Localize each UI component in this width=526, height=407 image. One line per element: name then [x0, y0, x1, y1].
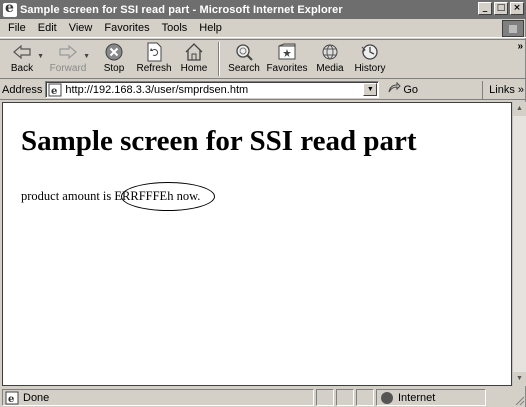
ie-logo-icon [3, 0, 17, 17]
toolbar-overflow-button[interactable]: » [517, 41, 523, 52]
stop-button[interactable]: Stop [94, 40, 134, 78]
page-status-icon: e [5, 391, 19, 405]
toolbar-separator [218, 42, 220, 76]
highlight-ellipse [121, 182, 215, 211]
status-pane-2 [336, 389, 354, 406]
stop-icon [102, 42, 126, 62]
forward-dropdown-icon[interactable]: ▼ [83, 53, 90, 60]
window-title: Sample screen for SSI read part - Micros… [20, 3, 343, 16]
media-icon [318, 42, 342, 62]
browser-window: Sample screen for SSI read part - Micros… [0, 0, 526, 407]
go-button[interactable]: Go [387, 81, 419, 97]
security-zone-pane: Internet [376, 389, 486, 406]
media-button[interactable]: Media [310, 40, 350, 78]
address-input[interactable]: e http://192.168.3.3/user/smprdsen.htm ▼ [45, 81, 380, 98]
menu-view[interactable]: View [63, 22, 99, 34]
address-url: http://192.168.3.3/user/smprdsen.htm [65, 83, 249, 96]
home-icon [182, 42, 206, 62]
favorites-button[interactable]: Favorites [264, 40, 310, 78]
title-bar: Sample screen for SSI read part - Micros… [0, 0, 526, 19]
home-button[interactable]: Home [174, 40, 214, 78]
window-controls: _ □ × [478, 2, 524, 15]
status-text: Done [23, 391, 50, 404]
standard-toolbar: Back ▼ Forward ▼ Stop Refresh Home Searc… [0, 39, 526, 79]
refresh-label: Refresh [136, 63, 172, 74]
status-pane-1 [316, 389, 334, 406]
status-bar: e Done Internet [0, 388, 526, 407]
windows-logo-icon [502, 20, 524, 37]
stop-label: Stop [103, 63, 125, 74]
text-before: product amount is [21, 189, 115, 203]
page-content: Sample screen for SSI read part product … [2, 102, 512, 386]
resize-grip-icon[interactable] [513, 394, 525, 406]
media-label: Media [316, 63, 344, 74]
go-arrow-icon [387, 81, 402, 97]
favorites-icon [275, 42, 299, 62]
svg-text:e: e [51, 86, 57, 97]
refresh-icon [142, 42, 166, 62]
menu-bar: File Edit View Favorites Tools Help [0, 19, 526, 38]
minimize-button[interactable]: _ [478, 2, 492, 15]
page-heading: Sample screen for SSI read part [21, 125, 417, 157]
address-label: Address [2, 83, 43, 96]
back-button[interactable]: Back ▼ [2, 40, 44, 78]
back-dropdown-icon[interactable]: ▼ [37, 53, 44, 60]
address-dropdown-icon[interactable]: ▼ [363, 83, 378, 96]
forward-label: Forward [49, 63, 87, 74]
history-icon [358, 42, 382, 62]
search-label: Search [228, 63, 260, 74]
status-main-pane: e Done [2, 389, 314, 406]
favorites-label: Favorites [266, 63, 308, 74]
vertical-scrollbar[interactable]: ▲ ▼ [512, 102, 526, 386]
menu-edit[interactable]: Edit [32, 22, 63, 34]
scroll-up-icon[interactable]: ▲ [513, 102, 526, 116]
menu-file[interactable]: File [2, 22, 32, 34]
svg-text:e: e [8, 394, 14, 405]
close-button[interactable]: × [510, 2, 524, 15]
search-icon [232, 42, 256, 62]
back-label: Back [10, 63, 34, 74]
scroll-down-icon[interactable]: ▼ [513, 372, 526, 386]
menu-tools[interactable]: Tools [156, 22, 194, 34]
history-label: History [354, 63, 386, 74]
globe-icon [381, 391, 393, 404]
zone-label: Internet [398, 391, 436, 404]
page-icon: e [48, 83, 62, 97]
go-label: Go [403, 83, 419, 96]
menu-help[interactable]: Help [193, 22, 228, 34]
home-label: Home [180, 63, 208, 74]
address-bar: Address e http://192.168.3.3/user/smprds… [0, 80, 526, 100]
forward-button[interactable]: Forward ▼ [48, 40, 90, 78]
menu-favorites[interactable]: Favorites [98, 22, 155, 34]
forward-arrow-icon [56, 42, 80, 62]
back-arrow-icon [10, 42, 34, 62]
links-button[interactable]: Links » [482, 80, 524, 99]
history-button[interactable]: History [350, 40, 390, 78]
status-pane-3 [356, 389, 374, 406]
search-button[interactable]: Search [224, 40, 264, 78]
refresh-button[interactable]: Refresh [134, 40, 174, 78]
maximize-button[interactable]: □ [494, 2, 508, 15]
